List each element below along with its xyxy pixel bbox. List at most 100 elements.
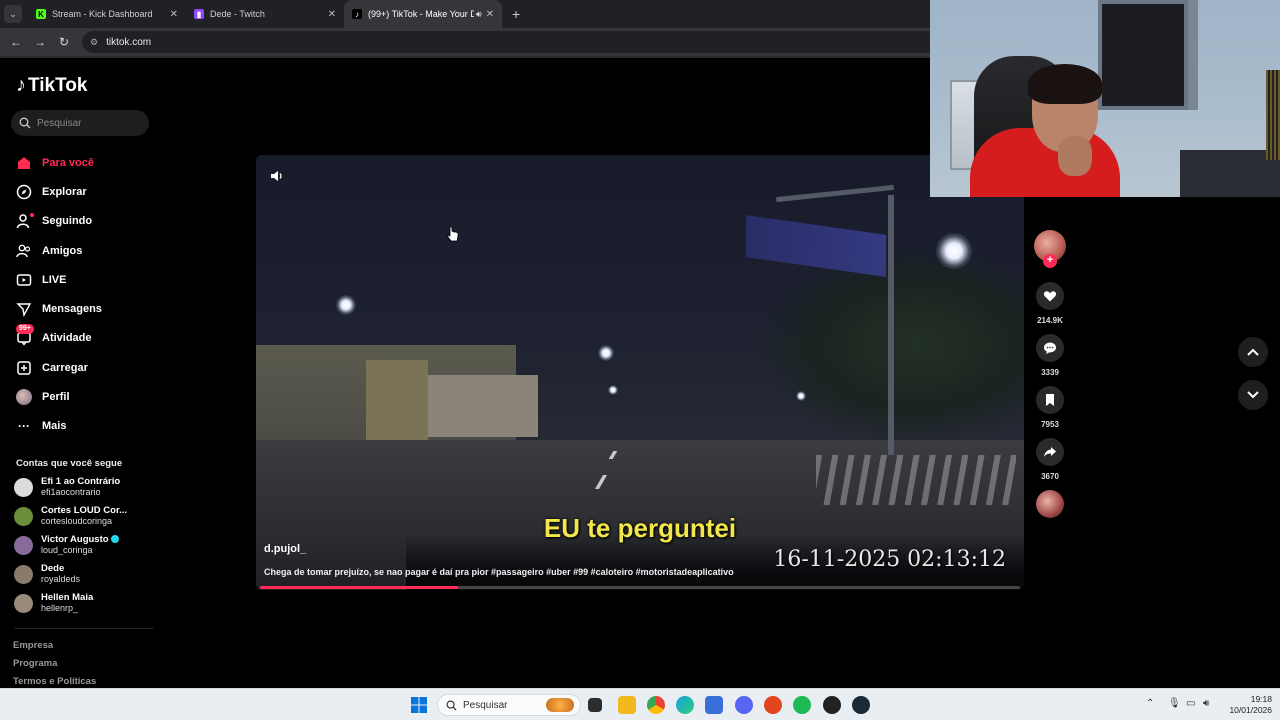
microphone-icon[interactable]: 🎙︎ — [1168, 698, 1181, 709]
avatar — [14, 506, 33, 526]
share-icon — [1044, 447, 1056, 457]
video-frame-light — [336, 295, 356, 315]
task-view-icon[interactable] — [588, 698, 602, 712]
reload-icon[interactable]: ↻ — [52, 35, 76, 49]
following-account[interactable]: Hellen Maia hellenrp_ — [14, 592, 154, 614]
save-count: 7953 — [1041, 420, 1059, 429]
sidebar: ♪ TikTok Para você Explorar Seguindo Ami… — [0, 58, 160, 688]
nav-carregar[interactable]: Carregar — [16, 353, 102, 382]
nav-para-voce[interactable]: Para você — [16, 148, 102, 177]
speaker-icon[interactable]: 🔊︎ — [476, 9, 482, 20]
new-tab-icon[interactable]: + — [512, 6, 520, 22]
search-input[interactable] — [37, 117, 137, 129]
account-handle: royaldeds — [41, 574, 81, 584]
previous-video-button[interactable] — [1238, 337, 1268, 367]
dashcam-timestamp: 16-11-2025 02:13:12 — [773, 547, 1006, 572]
like-button[interactable] — [1036, 282, 1064, 310]
nav-label: Mensagens — [42, 303, 102, 316]
verified-icon — [110, 535, 119, 544]
taskbar-search[interactable]: Pesquisar — [437, 694, 581, 716]
tab-twitch[interactable]: ▮ Dede - Twitch ✕ — [186, 0, 344, 28]
network-icon[interactable]: ▭ — [1186, 698, 1195, 709]
account-handle: efi1aocontrario — [41, 487, 101, 497]
search-icon — [19, 117, 31, 129]
following-account[interactable]: Efi 1 ao Contrário efi1aocontrario — [14, 476, 154, 498]
search-icon — [446, 700, 457, 711]
steam-icon[interactable] — [852, 696, 870, 714]
nav-perfil[interactable]: Perfil — [16, 382, 102, 411]
spotify-icon[interactable] — [793, 696, 811, 714]
following-account[interactable]: Cortes LOUD Cor... cortesloudcoringa — [14, 505, 154, 527]
edge-icon[interactable] — [676, 696, 694, 714]
video-author[interactable]: d.pujol_ — [264, 543, 306, 555]
nav-amigos[interactable]: Amigos — [16, 236, 102, 265]
chevron-down-icon — [1247, 391, 1259, 399]
account-name: Efi 1 ao Contrário — [41, 476, 121, 487]
taskbar: Pesquisar ⌃ 🎙︎ ▭ 🔊︎ 19:18 10/01/2026 — [0, 688, 1280, 720]
tiktok-logo-icon: ♪ — [16, 74, 26, 96]
close-icon[interactable]: ✕ — [170, 9, 178, 20]
video-subtitle: EU te perguntei — [543, 513, 737, 543]
nav-mensagens[interactable]: Mensagens — [16, 294, 102, 323]
music-disc-icon[interactable] — [1036, 490, 1064, 518]
tab-title: Dede - Twitch — [210, 9, 265, 19]
account-name: Dede — [41, 563, 65, 574]
nav-seguindo[interactable]: Seguindo — [16, 207, 102, 236]
comment-button[interactable] — [1036, 334, 1064, 362]
obs-icon[interactable] — [823, 696, 841, 714]
footer-link-programa[interactable]: Programa — [13, 658, 96, 676]
brave-icon[interactable] — [764, 696, 782, 714]
video-frame-house — [366, 360, 428, 440]
close-icon[interactable]: ✕ — [328, 9, 336, 20]
next-video-button[interactable] — [1238, 380, 1268, 410]
system-clock[interactable]: 19:18 10/01/2026 — [1222, 694, 1272, 716]
discord-icon[interactable] — [735, 696, 753, 714]
url-field[interactable]: ⚙ tiktok.com — [82, 31, 962, 53]
chrome-icon[interactable] — [647, 696, 665, 714]
following-account[interactable]: Victor Augusto loud_coringa — [14, 534, 154, 556]
tiktok-logo[interactable]: ♪ TikTok — [16, 74, 87, 97]
nav-atividade[interactable]: 99+ Atividade — [16, 323, 102, 353]
nav-live[interactable]: LIVE — [16, 265, 102, 294]
volume-icon[interactable] — [270, 169, 284, 188]
avatar — [14, 535, 33, 555]
nav-mais[interactable]: ··· Mais — [16, 412, 102, 441]
windows-start-icon[interactable] — [410, 696, 428, 714]
nav-explorar[interactable]: Explorar — [16, 177, 102, 206]
search-box[interactable] — [11, 110, 149, 136]
footer-link-empresa[interactable]: Empresa — [13, 640, 96, 658]
webcam-person — [1028, 64, 1102, 104]
progress-bar[interactable] — [260, 586, 1020, 589]
tiktok-icon: ♪ — [352, 9, 362, 19]
outlook-icon[interactable] — [705, 696, 723, 714]
search-highlight-icon — [546, 698, 574, 712]
volume-icon[interactable]: 🔊︎ — [1203, 698, 1209, 709]
nav-label: Amigos — [42, 244, 83, 257]
messages-icon — [16, 301, 32, 318]
tab-tiktok[interactable]: ♪ (99+) TikTok - Make Your Da 🔊︎ ✕ — [344, 0, 502, 28]
webcam-window — [1098, 0, 1188, 110]
webcam-window-frame — [1188, 0, 1198, 110]
forward-icon[interactable]: → — [28, 35, 52, 49]
share-button[interactable] — [1036, 438, 1064, 466]
tray-chevron-up-icon[interactable]: ⌃ — [1146, 698, 1154, 709]
account-handle: hellenrp_ — [41, 603, 79, 613]
nav-label: Carregar — [42, 361, 88, 374]
avatar — [14, 593, 33, 613]
file-explorer-icon[interactable] — [618, 696, 636, 714]
back-icon[interactable]: ← — [4, 35, 28, 49]
clock-time: 19:18 — [1250, 694, 1272, 704]
chevron-up-icon — [1247, 348, 1259, 356]
site-info-icon[interactable]: ⚙ — [90, 37, 98, 48]
main-nav: Para você Explorar Seguindo Amigos LIVE … — [16, 148, 102, 441]
video-player[interactable]: EU te perguntei 16-11-2025 02:13:12 d.pu… — [256, 155, 1024, 590]
heart-icon — [1043, 291, 1057, 302]
tab-search-button[interactable]: ⌄ — [4, 5, 22, 23]
following-account[interactable]: Dede royaldeds — [14, 563, 154, 585]
follow-plus-icon[interactable]: + — [1043, 254, 1057, 268]
close-icon[interactable]: ✕ — [486, 9, 494, 20]
divider — [14, 628, 154, 629]
tab-kick[interactable]: K Stream - Kick Dashboard ✕ — [28, 0, 186, 28]
save-button[interactable] — [1036, 386, 1064, 414]
account-name: Victor Augusto — [41, 534, 109, 545]
